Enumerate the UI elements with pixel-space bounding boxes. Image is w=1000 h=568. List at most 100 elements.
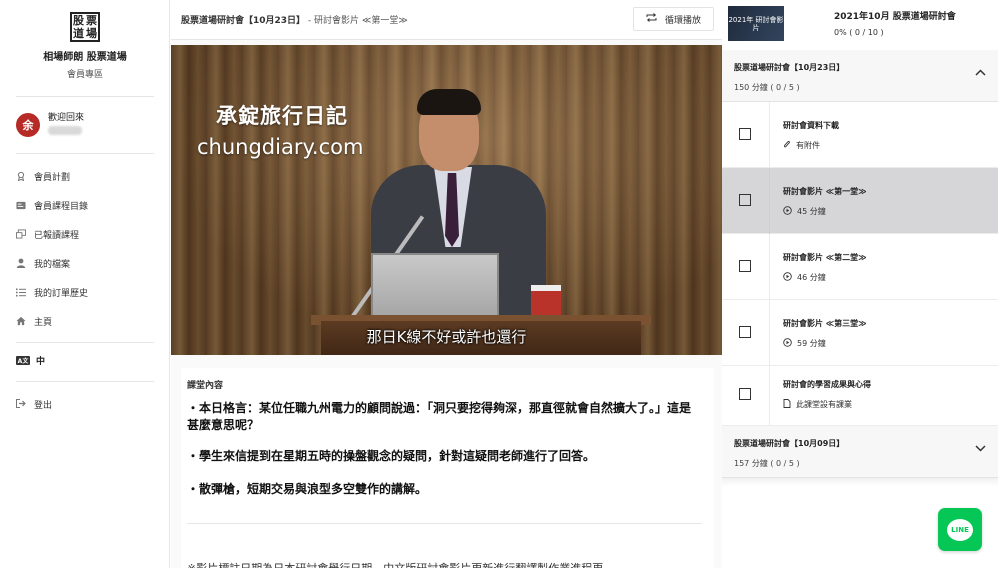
logo-char: 道 [73,27,84,40]
description-title: 課堂內容 [187,381,224,391]
lesson-item[interactable]: 研討會影片 ≪第三堂≫ 59 分鐘 [722,300,998,366]
sidebar-divider [16,96,154,97]
logout-label: 登出 [34,401,53,411]
nav-label: 會員課程目錄 [34,201,89,212]
lesson-complete-checkbox[interactable] [739,260,751,272]
logout-link[interactable]: 登出 [16,398,52,411]
lesson-meta: 有附件 [783,140,820,151]
username-redacted [48,126,82,135]
lesson-title: 研討會的學習成果與心得 [783,380,871,389]
lesson-complete-checkbox[interactable] [739,388,751,400]
description-footnote: ※影片標註日期為日本研討會舉行日期，中文版研討會影片更新進行翻譯製作業進程更 [187,560,708,568]
card-icon [16,200,26,210]
lesson-separator [769,234,770,300]
lesson-meta: 45 分鐘 [783,206,826,217]
lesson-title: 研討會影片 ≪第二堂≫ [783,253,867,262]
lesson-complete-checkbox[interactable] [739,326,751,338]
lesson-meta: 此課堂設有課業 [783,399,852,410]
play-icon [783,272,792,283]
nav-label: 我的檔案 [34,259,71,270]
user-icon [16,258,26,268]
nav-my-profile[interactable]: 我的檔案 [16,255,70,271]
lesson-meta-text: 此課堂設有課業 [796,400,852,409]
nav-home[interactable]: 主頁 [16,313,52,329]
lesson-complete-checkbox[interactable] [739,194,751,206]
watermark-url: chungdiary.com [197,135,364,159]
lesson-meta-text: 有附件 [796,141,820,150]
panel-shadow [722,478,998,486]
description-paragraph: ・本日格言：某位任職九州電力的顧問說過：「洞只要挖得夠深，那直徑就會自然擴大了。… [187,401,692,432]
nav-label: 主頁 [34,317,53,328]
list-icon [16,287,26,297]
loop-play-button[interactable]: 循環播放 [632,7,714,31]
nav-label: 我的訂單歷史 [34,288,89,299]
nav-course-catalog[interactable]: 會員課程目錄 [16,197,88,213]
description-paragraph: ・散彈槍，短期交易與浪型多空雙作的講解。 [187,482,428,496]
document-icon [783,399,791,410]
breadcrumb-lesson: - 研討會影片 ≪第一堂≫ [305,16,408,26]
breadcrumb: 股票道場研討會【10月23日】 - 研討會影片 ≪第一堂≫ [181,13,408,26]
lesson-complete-checkbox[interactable] [739,128,751,140]
section-title: 股票道場研討會【10月09日】 [734,439,845,448]
lesson-title: 研討會影片 ≪第三堂≫ [783,319,867,328]
lesson-separator [769,366,770,426]
chevron-down-icon [975,442,986,455]
cup-figure [531,285,561,319]
lesson-item[interactable]: 研討會的學習成果與心得 此課堂設有課業 [722,366,998,426]
courses-icon [16,229,26,239]
brand-logo[interactable]: 股 票 道 場 [70,12,100,42]
paperclip-icon [783,140,791,151]
home-icon [16,316,26,326]
breadcrumb-section[interactable]: 股票道場研討會【10月23日】 [181,16,305,26]
description-paragraph: ・學生來信提到在星期五時的操盤觀念的疑問，針對這疑問老師進行了回答。 [187,449,596,463]
nav-label: 會員計劃 [34,172,71,183]
nav-membership-plan[interactable]: 會員計劃 [16,168,70,184]
logo-char: 場 [86,27,97,40]
section-header-oct23[interactable]: 股票道場研討會【10月23日】 150 分鐘 ( 0 / 5 ) [722,50,998,102]
lesson-item[interactable]: 研討會影片 ≪第二堂≫ 46 分鐘 [722,234,998,300]
lesson-item-active[interactable]: 研討會影片 ≪第一堂≫ 45 分鐘 [722,168,998,234]
course-thumbnail[interactable]: 2021年 研討會影片 [728,6,784,41]
play-icon [783,338,792,349]
section-header-oct09[interactable]: 股票道場研討會【10月09日】 157 分鐘 ( 0 / 5 ) [722,426,998,478]
watermark-title: 承錠旅行日記 [216,104,348,128]
avatar[interactable]: 余 [16,113,40,137]
lesson-title: 研討會資料下載 [783,121,839,130]
lesson-separator [769,300,770,366]
language-label: 中 [36,357,46,367]
course-title: 2021年10月 股票道場研討會 [834,12,956,22]
chevron-up-icon [975,66,986,79]
sidebar: 股 票 道 場 相場師朗 股票道場 會員專區 余 歡迎回來 會員計劃 會員課程目… [0,0,170,568]
nav-order-history[interactable]: 我的訂單歷史 [16,284,88,300]
laptop-figure [371,253,499,323]
app: 股 票 道 場 相場師朗 股票道場 會員專區 余 歡迎回來 會員計劃 會員課程目… [0,0,1000,568]
brand-subtitle: 會員專區 [66,70,103,80]
logo-char: 票 [86,14,97,27]
video-player[interactable]: 承錠旅行日記 chungdiary.com 那日K線不好或許也還行 [171,45,722,355]
lesson-description: 課堂內容 ・本日格言：某位任職九州電力的顧問說過：「洞只要挖得夠深，那直徑就會自… [181,368,714,568]
loop-play-label: 循環播放 [664,15,701,26]
nav-enrolled-courses[interactable]: 已報讀課程 [16,226,79,242]
language-switch[interactable]: A文 中 [16,354,45,367]
course-outline-panel: 2021年 研討會影片 2021年10月 股票道場研討會 0% ( 0 / 10… [722,0,1000,568]
lesson-topbar: 股票道場研討會【10月23日】 - 研討會影片 ≪第一堂≫ 循環播放 [171,0,722,40]
main-content: 股票道場研討會【10月23日】 - 研討會影片 ≪第一堂≫ 循環播放 承錠旅行日… [171,0,722,568]
lesson-separator [769,168,770,234]
course-header: 2021年 研討會影片 2021年10月 股票道場研討會 0% ( 0 / 10… [722,0,1000,46]
nav-label: 已報讀課程 [34,230,80,241]
sidebar-divider [16,153,154,154]
lesson-item[interactable]: 研討會資料下載 有附件 [722,102,998,168]
badge-icon [16,171,26,181]
section-title: 股票道場研討會【10月23日】 [734,63,845,72]
lesson-title: 研討會影片 ≪第一堂≫ [783,187,867,196]
section-duration: 150 分鐘 ( 0 / 5 ) [734,83,800,92]
lesson-meta: 46 分鐘 [783,272,826,283]
description-divider [187,523,702,524]
translate-icon: A文 [16,356,30,365]
welcome-text: 歡迎回來 [48,113,85,123]
logo-char: 股 [73,14,84,27]
brand-name: 相場師朗 股票道場 [43,52,127,63]
video-subtitle: 那日K線不好或許也還行 [366,328,527,346]
line-chat-button[interactable]: LINE [938,508,982,551]
lesson-meta-text: 59 分鐘 [797,339,826,348]
